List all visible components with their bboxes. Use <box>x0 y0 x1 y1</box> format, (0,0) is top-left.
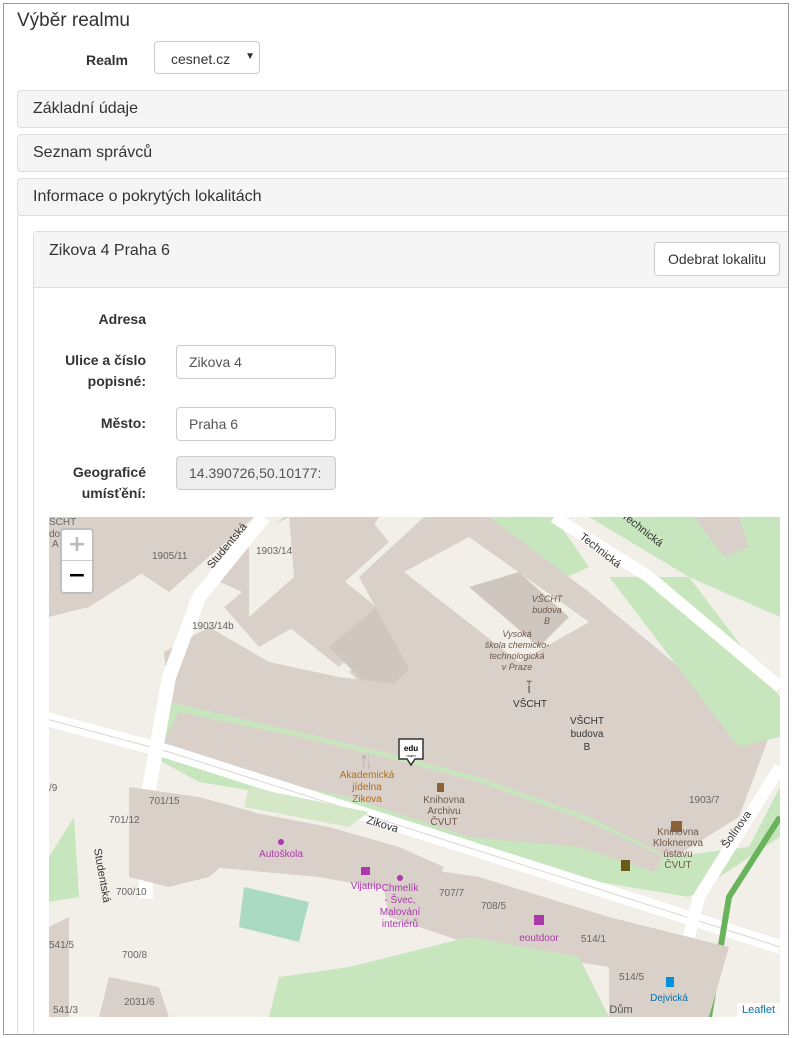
svg-text:700/8: 700/8 <box>122 950 147 961</box>
map-zoom-control: + − <box>60 528 94 594</box>
svg-text:2031/6: 2031/6 <box>124 997 155 1008</box>
city-input[interactable] <box>176 407 336 441</box>
svg-text:Akademická: Akademická <box>340 770 395 781</box>
panel-admin-list[interactable]: Seznam správců <box>17 134 788 172</box>
svg-text:Kloknerova: Kloknerova <box>653 838 703 849</box>
svg-text:701/15: 701/15 <box>149 796 180 807</box>
street-input[interactable] <box>176 345 336 379</box>
realm-form-frame: Výběr realmu Realm cesnet.cz ▼ Základní … <box>3 3 789 1035</box>
realm-legend: Výběr realmu <box>17 10 130 31</box>
street-label-line2: popisné: <box>87 373 146 389</box>
svg-text:1903/14: 1903/14 <box>256 546 293 557</box>
svg-text:Zikova: Zikova <box>352 794 382 805</box>
svg-text:701/12: 701/12 <box>109 815 140 826</box>
svg-text:- Švec,: - Švec, <box>384 893 415 906</box>
svg-text:Autoškola: Autoškola <box>259 849 303 860</box>
svg-text:interiérů: interiérů <box>382 918 418 930</box>
svg-text:B: B <box>584 742 591 753</box>
svg-text:1903/7: 1903/7 <box>689 795 720 806</box>
svg-text:budova: budova <box>532 605 562 615</box>
geo-label-line2: umísťění: <box>81 485 146 501</box>
geo-input[interactable] <box>176 456 336 490</box>
svg-text:Knihovna: Knihovna <box>423 795 465 806</box>
svg-text:jídelna: jídelna <box>351 782 382 793</box>
svg-text:Chmelík: Chmelík <box>382 883 420 894</box>
svg-text:eoutdoor: eoutdoor <box>519 933 559 944</box>
geo-label-line1: Geograficé <box>72 464 146 480</box>
remove-location-button[interactable]: Odebrat lokalitu <box>654 242 780 276</box>
svg-text:Knihovna: Knihovna <box>657 827 699 838</box>
svg-text:ŠCHT: ŠCHT <box>49 517 76 528</box>
map-attribution-link[interactable]: Leaflet <box>736 1003 780 1017</box>
panel-basic-info[interactable]: Základní údaje <box>17 90 788 128</box>
svg-text:škola chemicko-: škola chemicko- <box>485 640 550 650</box>
svg-text:/9: /9 <box>49 783 58 794</box>
panel-locations[interactable]: Informace o pokrytých lokalitách <box>17 178 788 216</box>
realm-label: Realm <box>85 52 128 68</box>
svg-text:v Praze: v Praze <box>502 662 533 672</box>
svg-text:VŠCHT: VŠCHT <box>570 714 604 727</box>
svg-text:ČVUT: ČVUT <box>664 858 691 871</box>
svg-text:🍴: 🍴 <box>358 753 375 770</box>
svg-text:VŠCHT: VŠCHT <box>532 594 564 604</box>
map-tiles: 1905/11 1903/14 1903/14b 701/15 701/12 7… <box>49 517 780 1017</box>
svg-text:707/7: 707/7 <box>439 888 464 899</box>
city-label: Město: <box>100 415 146 431</box>
svg-text:technologická: technologická <box>489 651 544 661</box>
zoom-in-button[interactable]: + <box>62 530 92 561</box>
street-label-line1: Ulice a číslo <box>65 352 146 368</box>
address-heading: Adresa <box>98 311 146 327</box>
svg-text:Vijatrip: Vijatrip <box>351 881 382 892</box>
zoom-out-button[interactable]: − <box>62 561 92 591</box>
svg-text:541/3: 541/3 <box>53 1005 78 1016</box>
svg-text:1903/14b: 1903/14b <box>192 621 234 632</box>
svg-text:Archivu: Archivu <box>427 806 460 817</box>
svg-text:B: B <box>544 616 550 626</box>
realm-select-value: cesnet.cz <box>171 51 231 67</box>
svg-text:Dům: Dům <box>609 1004 632 1016</box>
eduroam-marker-text: edu <box>404 744 418 753</box>
chevron-down-icon: ▼ <box>245 51 255 62</box>
svg-text:VŠCHT: VŠCHT <box>513 697 547 710</box>
svg-text:A: A <box>52 539 59 550</box>
realm-select[interactable]: cesnet.cz ▼ <box>154 41 260 74</box>
svg-text:514/1: 514/1 <box>581 934 606 945</box>
svg-text:1905/11: 1905/11 <box>152 551 188 562</box>
svg-text:Vysoká: Vysoká <box>502 629 531 639</box>
svg-text:ČVUT: ČVUT <box>430 815 457 828</box>
svg-text:514/5: 514/5 <box>619 972 644 983</box>
svg-text:700/10: 700/10 <box>116 887 147 898</box>
location-title: Zikova 4 Praha 6 <box>49 242 170 259</box>
svg-text:ústavu: ústavu <box>663 849 692 860</box>
geo-label: Geograficé umísťění: <box>44 462 146 504</box>
svg-text:Malování: Malování <box>380 907 421 918</box>
street-label: Ulice a číslo popisné: <box>44 350 146 392</box>
svg-text:708/5: 708/5 <box>481 901 506 912</box>
eduroam-marker-subtext: roam <box>406 753 416 758</box>
svg-text:Dejvická: Dejvická <box>650 993 688 1004</box>
svg-text:541/5: 541/5 <box>49 940 74 951</box>
svg-text:budova: budova <box>571 729 604 740</box>
location-map[interactable]: 1905/11 1903/14 1903/14b 701/15 701/12 7… <box>49 517 780 1017</box>
